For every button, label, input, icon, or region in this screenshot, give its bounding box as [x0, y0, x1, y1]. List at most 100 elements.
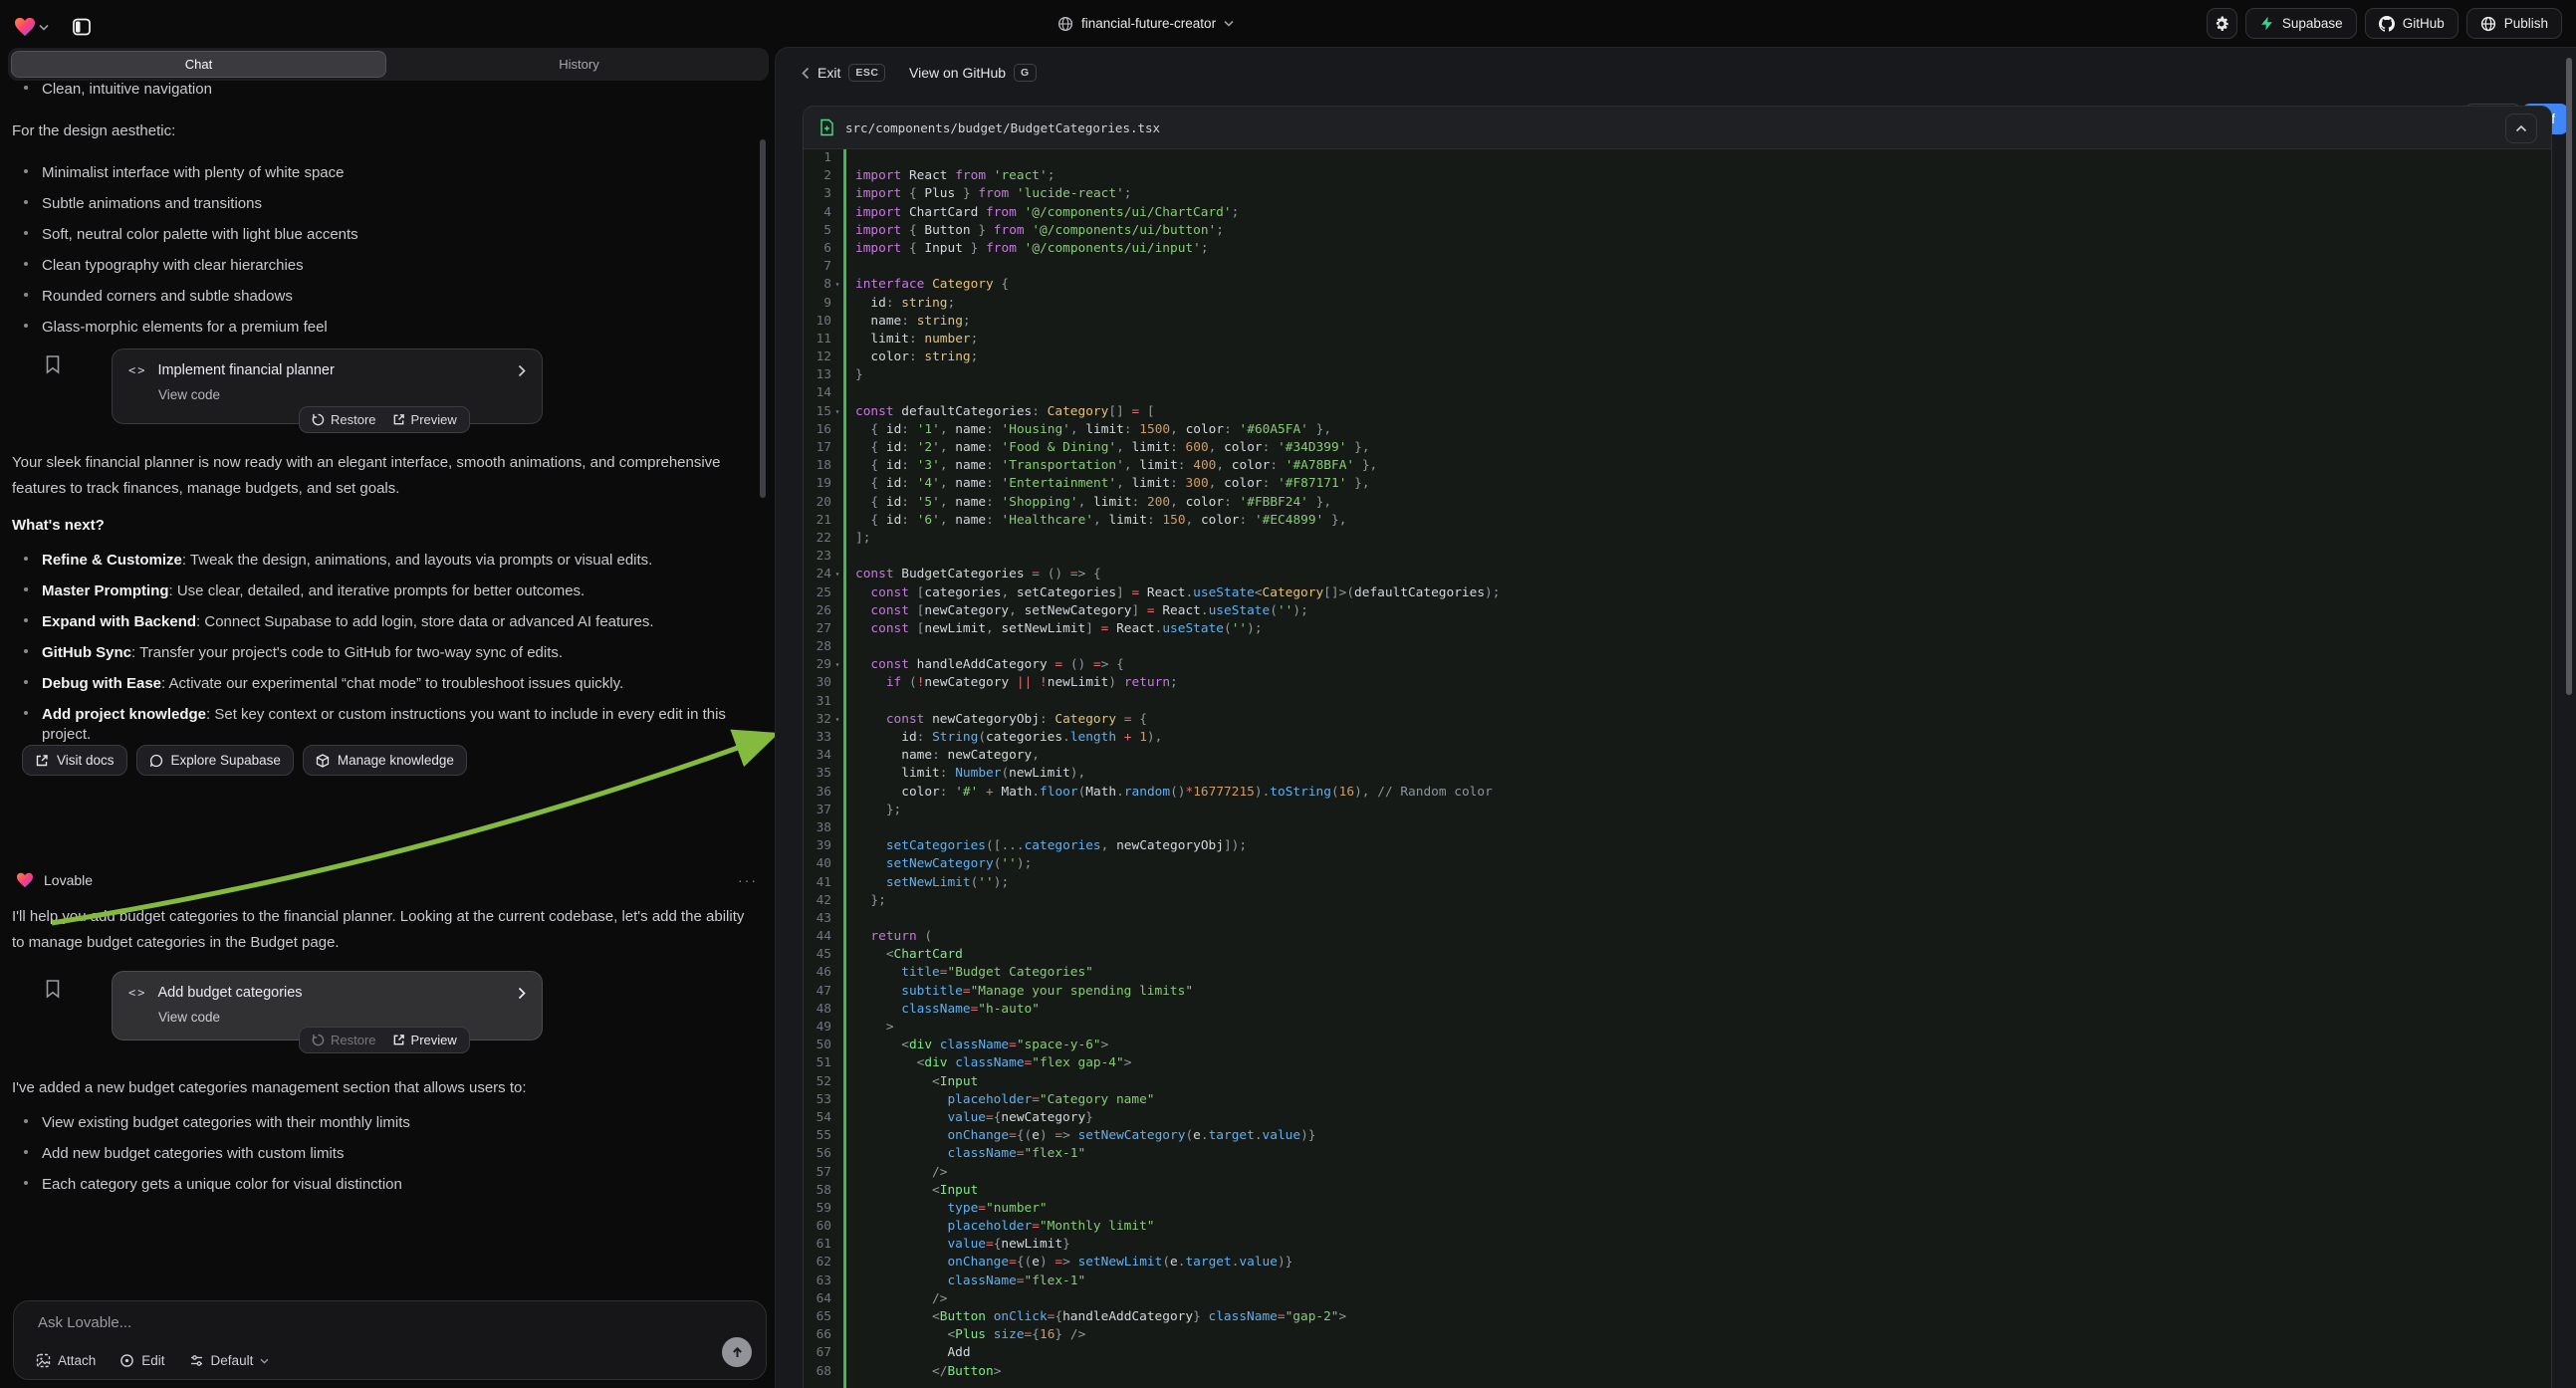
fold-spacer	[831, 964, 843, 982]
line-number: 5	[804, 222, 831, 240]
chat-scrollbar[interactable]	[760, 139, 766, 498]
code-line-44: 44 return (	[804, 928, 2551, 946]
restore-button[interactable]: Restore	[312, 412, 376, 427]
fold-spacer	[831, 1001, 843, 1019]
supabase-button[interactable]: Supabase	[2245, 8, 2357, 39]
code-text: <ChartCard	[843, 946, 963, 964]
bookmark-icon[interactable]	[44, 354, 62, 374]
preview-button[interactable]: Preview	[392, 1033, 457, 1047]
code-text: { id: '3', name: 'Transportation', limit…	[843, 457, 1377, 475]
code-line-10: 10 name: string;	[804, 313, 2551, 331]
line-number: 42	[804, 892, 831, 910]
lovable-heart-icon	[16, 872, 34, 888]
edit-button[interactable]: Edit	[119, 1353, 164, 1368]
code-editor[interactable]: 12import React from 'react';3import { Pl…	[804, 149, 2551, 1388]
code-line-35: 35 limit: Number(newLimit),	[804, 765, 2551, 783]
restore-button[interactable]: Restore	[312, 1033, 376, 1047]
settings-button[interactable]	[2207, 8, 2237, 39]
file-path: src/components/budget/BudgetCategories.t…	[845, 120, 1160, 135]
manage-knowledge-button[interactable]: Manage knowledge	[303, 745, 467, 776]
fold-chevron-icon[interactable]: ▾	[831, 403, 843, 421]
code-text: setCategories([...categories, newCategor…	[843, 837, 1247, 855]
project-name-menu[interactable]: financial-future-creator	[1057, 8, 1234, 39]
code-text: limit: number;	[843, 331, 978, 348]
fold-spacer	[831, 366, 843, 384]
view-on-github-button[interactable]: View on GitHub G	[909, 64, 1037, 82]
whats-next-heading: What's next?	[12, 517, 105, 534]
code-text: <div className="flex gap-4">	[843, 1054, 1131, 1072]
toggle-sidebar-button[interactable]	[67, 12, 97, 42]
code-line-22: 22];	[804, 530, 2551, 548]
view-code-link[interactable]: View code	[158, 387, 526, 402]
fold-chevron-icon[interactable]: ▾	[831, 656, 843, 674]
assistant-paragraph: I'll help you add budget categories to t…	[12, 904, 753, 956]
bookmark-icon[interactable]	[44, 979, 62, 999]
attach-button[interactable]: Attach	[36, 1353, 96, 1368]
fold-spacer	[831, 693, 843, 711]
line-number: 25	[804, 584, 831, 602]
collapse-file-button[interactable]	[2505, 114, 2537, 143]
github-button[interactable]: GitHub	[2365, 8, 2459, 39]
line-number: 26	[804, 602, 831, 620]
code-text: placeholder="Category name"	[843, 1091, 1155, 1109]
line-number: 21	[804, 512, 831, 530]
fold-spacer	[831, 729, 843, 747]
code-text: className="h-auto"	[843, 1001, 1040, 1019]
fold-spacer	[831, 421, 843, 439]
fold-spacer	[831, 1054, 843, 1072]
exit-button[interactable]: Exit ESC	[802, 64, 885, 82]
tab-chat[interactable]: Chat	[11, 51, 386, 78]
code-line-9: 9 id: string;	[804, 295, 2551, 313]
file-header[interactable]: src/components/budget/BudgetCategories.t…	[804, 107, 2551, 149]
code-line-21: 21 { id: '6', name: 'Healthcare', limit:…	[804, 512, 2551, 530]
code-line-62: 62 onChange={(e) => setNewLimit(e.target…	[804, 1254, 2551, 1272]
fold-chevron-icon[interactable]: ▾	[831, 276, 843, 294]
code-line-17: 17 { id: '2', name: 'Food & Dining', lim…	[804, 439, 2551, 457]
fold-chevron-icon[interactable]: ▾	[831, 711, 843, 729]
fold-spacer	[831, 530, 843, 548]
code-line-30: 30 if (!newCategory || !newLimit) return…	[804, 674, 2551, 692]
code-line-13: 13}	[804, 366, 2551, 384]
top-bar: financial-future-creator Supabase	[0, 0, 2576, 47]
code-line-63: 63 className="flex-1"	[804, 1272, 2551, 1290]
code-line-5: 5import { Button } from '@/components/ui…	[804, 222, 2551, 240]
fold-chevron-icon[interactable]: ▾	[831, 566, 843, 583]
mode-selector[interactable]: Default	[189, 1353, 270, 1368]
code-line-12: 12 color: string;	[804, 348, 2551, 366]
publish-globe-icon	[2480, 16, 2496, 32]
explore-supabase-button[interactable]: Explore Supabase	[136, 745, 294, 776]
chat-input[interactable]	[36, 1313, 637, 1332]
line-number: 24	[804, 566, 831, 583]
fold-spacer	[831, 1109, 843, 1127]
code-scrollbar[interactable]	[2566, 58, 2572, 695]
code-text: title="Budget Categories"	[843, 964, 1093, 982]
code-text: <div className="space-y-6">	[843, 1037, 1108, 1054]
publish-button[interactable]: Publish	[2466, 8, 2562, 39]
code-text: { id: '6', name: 'Healthcare', limit: 15…	[843, 512, 1346, 530]
supabase-label: Supabase	[2282, 16, 2343, 31]
version-card-title: Implement financial planner	[157, 362, 334, 378]
tab-history[interactable]: History	[392, 51, 766, 78]
line-number: 57	[804, 1164, 831, 1182]
line-number: 37	[804, 802, 831, 819]
design-heading: For the design aesthetic:	[12, 118, 175, 144]
code-line-43: 43	[804, 910, 2551, 928]
preview-button[interactable]: Preview	[392, 412, 457, 427]
view-code-link[interactable]: View code	[158, 1010, 526, 1025]
code-text: { id: '4', name: 'Entertainment', limit:…	[843, 475, 1370, 493]
fold-spacer	[831, 1073, 843, 1091]
line-number: 23	[804, 548, 831, 566]
send-button[interactable]	[722, 1337, 752, 1367]
line-number: 33	[804, 729, 831, 747]
line-number: 55	[804, 1127, 831, 1145]
lovable-logo-menu[interactable]	[14, 17, 49, 37]
code-line-6: 6import { Input } from '@/components/ui/…	[804, 240, 2551, 258]
code-text: <Button onClick={handleAddCategory} clas…	[843, 1308, 1346, 1326]
message-options-button[interactable]: ···	[738, 872, 758, 888]
code-text: id: string;	[843, 295, 955, 313]
line-number: 22	[804, 530, 831, 548]
github-icon	[2379, 16, 2395, 32]
code-line-7: 7	[804, 258, 2551, 276]
visit-docs-button[interactable]: Visit docs	[22, 745, 127, 776]
fold-spacer	[831, 1091, 843, 1109]
